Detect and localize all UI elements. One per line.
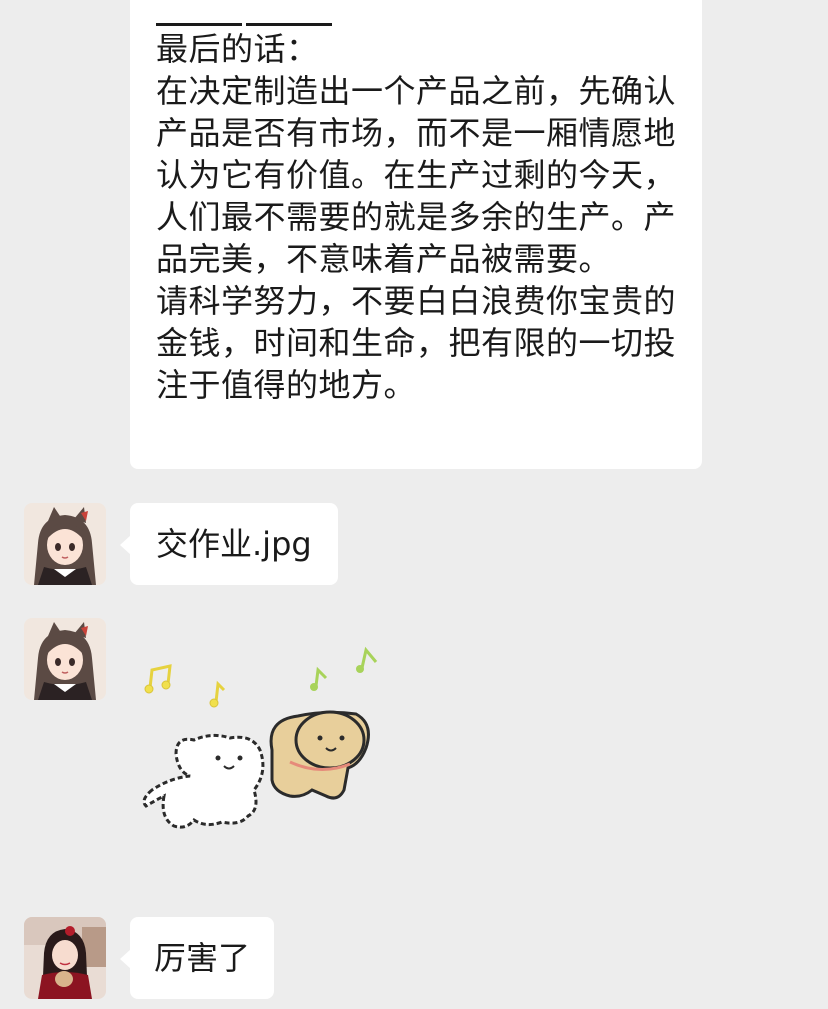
message-paragraph-2: 请科学努力，不要白白浪费你宝贵的金钱，时间和生命，把有限的一切投注于值得的地方。	[156, 282, 677, 404]
file-message-bubble[interactable]: 交作业.jpg	[120, 503, 338, 585]
anime-girl-avatar-icon	[24, 503, 106, 585]
dancing-dogs-sticker[interactable]	[130, 640, 390, 840]
message-paragraph-1: 在决定制造出一个产品之前，先确认产品是否有市场，而不是一厢情愿地认为它有价值。在…	[156, 72, 677, 278]
long-message-bubble[interactable]: 最后的话： 在决定制造出一个产品之前，先确认产品是否有市场，而不是一厢情愿地认为…	[130, 0, 702, 469]
anime-girl-avatar-icon	[24, 618, 106, 700]
reply-message-text: 厉害了	[154, 939, 251, 977]
sender-avatar[interactable]	[24, 618, 106, 700]
file-message-text: 交作业.jpg	[156, 525, 312, 563]
divider-line	[156, 10, 676, 26]
dancing-dogs-sticker-icon	[142, 646, 378, 829]
girl-in-red-avatar-icon	[24, 917, 106, 999]
message-title: 最后的话：	[156, 30, 319, 68]
sender-avatar[interactable]	[24, 503, 106, 585]
reply-message-bubble[interactable]: 厉害了	[120, 917, 275, 999]
replier-avatar[interactable]	[24, 917, 106, 999]
